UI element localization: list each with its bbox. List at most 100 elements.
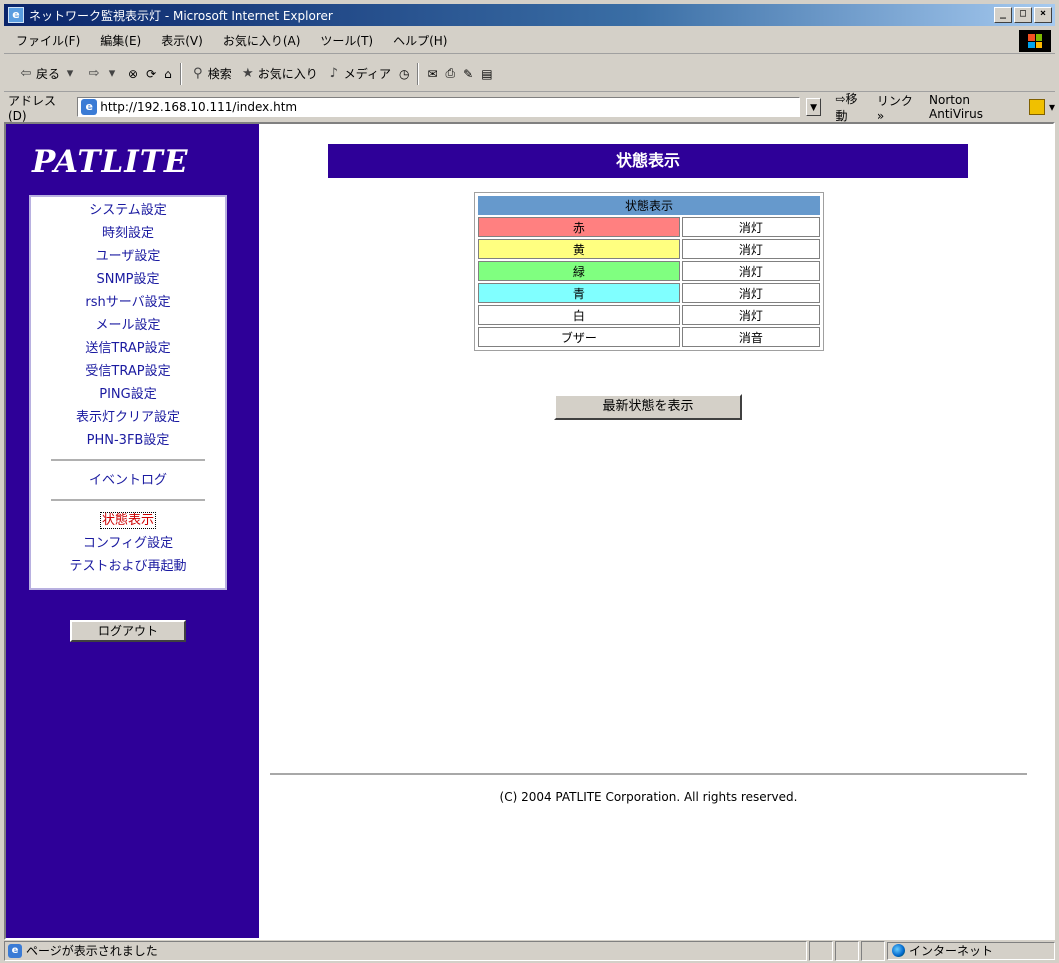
page-done-icon: e [8, 943, 22, 958]
status-message-panel: e ページが表示されました [4, 940, 807, 961]
go-button[interactable]: ⇨移動 [835, 90, 868, 124]
address-bar: アドレス(D) e http://192.168.10.111/index.ht… [4, 92, 1055, 123]
close-button[interactable]: × [1034, 7, 1052, 23]
lamp-state: 消灯 [681, 239, 820, 259]
print-icon[interactable]: ⎙ [446, 66, 456, 81]
status-row: 青消灯 [478, 283, 820, 303]
back-label: 戻る [36, 67, 61, 81]
address-label: アドレス(D) [8, 93, 57, 123]
home-icon[interactable]: ⌂ [164, 67, 172, 81]
links-button[interactable]: リンク » [877, 92, 923, 123]
nav-menu: システム設定 時刻設定 ユーザ設定 SNMP設定 rshサーバ設定 メール設定 … [29, 195, 227, 590]
window-controls: _ □ × [994, 7, 1052, 23]
nav-send-trap-settings[interactable]: 送信TRAP設定 [31, 337, 225, 360]
lamp-name: 白 [478, 305, 680, 325]
menu-view[interactable]: 表示(V) [149, 32, 211, 49]
logout-button[interactable]: ログアウト [70, 620, 186, 642]
nav-test-reboot[interactable]: テストおよび再起動 [31, 555, 225, 578]
chevron-down-icon: ▾ [1048, 100, 1055, 114]
status-row: 黄消灯 [478, 239, 820, 259]
page-icon: e [81, 99, 98, 115]
menu-edit[interactable]: 編集(E) [88, 32, 149, 49]
menu-favorites[interactable]: お気に入り(A) [211, 32, 309, 49]
nav-system-settings[interactable]: システム設定 [31, 199, 225, 222]
nav-divider [51, 459, 205, 461]
toolbar: ⇦ 戻る ▾ ⇨ ▾ ⊗ ⟳ ⌂ ⚲ 検索 ★ お気に入り ♪ メディア ◷ ✉… [4, 56, 1055, 92]
status-row: 白消灯 [478, 305, 820, 325]
status-bar: e ページが表示されました インターネット [4, 940, 1055, 961]
lamp-name: 赤 [478, 217, 680, 237]
media-button[interactable]: ♪ メディア [326, 65, 391, 82]
nav-phn3fb-settings[interactable]: PHN-3FB設定 [31, 429, 225, 452]
dropdown-icon: ▾ [66, 66, 74, 81]
forward-button[interactable]: ⇨ ▾ [86, 66, 120, 81]
page-viewport: PATLITE システム設定 時刻設定 ユーザ設定 SNMP設定 rshサーバ設… [4, 122, 1055, 940]
history-icon[interactable]: ◷ [399, 67, 409, 81]
favorites-button[interactable]: ★ お気に入り [240, 65, 318, 82]
edit-icon[interactable]: ✎ [463, 67, 473, 81]
copyright: (C) 2004 PATLITE Corporation. All rights… [499, 790, 798, 804]
nav-mail-settings[interactable]: メール設定 [31, 314, 225, 337]
stop-icon[interactable]: ⊗ [128, 67, 138, 81]
lamp-state: 消灯 [681, 217, 820, 237]
menu-tools[interactable]: ツール(T) [308, 32, 381, 49]
ie-icon: e [8, 7, 24, 23]
norton-label: Norton AntiVirus [929, 93, 983, 121]
address-input[interactable]: e http://192.168.10.111/index.htm [77, 97, 800, 117]
status-cell [809, 940, 833, 961]
nav-lamp-clear-settings[interactable]: 表示灯クリア設定 [31, 406, 225, 429]
menu-file[interactable]: ファイル(F) [4, 32, 88, 49]
title-bar: e ネットワーク監視表示灯 - Microsoft Internet Explo… [4, 4, 1055, 26]
minimize-button[interactable]: _ [994, 7, 1012, 23]
status-cell [835, 940, 859, 961]
menu-bar: ファイル(F) 編集(E) 表示(V) お気に入り(A) ツール(T) ヘルプ(… [4, 28, 1055, 54]
nav-divider [51, 499, 205, 501]
footer-divider [270, 773, 1027, 775]
norton-toolbar[interactable]: Norton AntiVirus ▾ [929, 93, 1055, 121]
go-label: 移動 [835, 92, 858, 123]
window-title: ネットワーク監視表示灯 - Microsoft Internet Explore… [29, 8, 333, 23]
nav-event-log[interactable]: イベントログ [31, 469, 225, 492]
lamp-name: 青 [478, 283, 680, 303]
lamp-name: 緑 [478, 261, 680, 281]
menu-help[interactable]: ヘルプ(H) [381, 32, 455, 49]
nav-rsh-settings[interactable]: rshサーバ設定 [31, 291, 225, 314]
status-row: 緑消灯 [478, 261, 820, 281]
search-label: 検索 [207, 67, 232, 81]
sidebar: PATLITE システム設定 時刻設定 ユーザ設定 SNMP設定 rshサーバ設… [6, 124, 259, 938]
mail-icon[interactable]: ✉ [427, 67, 437, 81]
status-row: ブザー 消音 [478, 327, 820, 347]
back-button[interactable]: ⇦ 戻る ▾ [18, 65, 78, 82]
media-label: メディア [343, 67, 391, 81]
nav-status-display-label: 状態表示 [99, 512, 156, 529]
zone-label: インターネット [909, 944, 994, 958]
nav-ping-settings[interactable]: PING設定 [31, 383, 225, 406]
discuss-icon[interactable]: ▤ [481, 67, 492, 81]
favorites-icon: ★ [241, 66, 254, 81]
nav-time-settings[interactable]: 時刻設定 [31, 222, 225, 245]
search-icon: ⚲ [193, 66, 203, 81]
norton-icon [1029, 99, 1045, 115]
back-arrow-icon: ⇦ [20, 66, 32, 81]
nav-list: システム設定 時刻設定 ユーザ設定 SNMP設定 rshサーバ設定 メール設定 … [31, 199, 225, 578]
nav-receive-trap-settings[interactable]: 受信TRAP設定 [31, 360, 225, 383]
nav-status-display[interactable]: 状態表示 [31, 509, 225, 532]
media-icon: ♪ [329, 66, 338, 81]
security-zone: インターネット [887, 941, 1055, 960]
maximize-button[interactable]: □ [1014, 7, 1032, 23]
favorites-label: お気に入り [257, 67, 318, 81]
lamp-name: 黄 [478, 239, 680, 259]
refresh-icon[interactable]: ⟳ [146, 67, 156, 81]
search-button[interactable]: ⚲ 検索 [190, 65, 232, 82]
status-table-header: 状態表示 [478, 196, 820, 215]
nav-config-settings[interactable]: コンフィグ設定 [31, 532, 225, 555]
address-dropdown[interactable]: ▼ [805, 98, 822, 116]
lamp-state: 消灯 [681, 305, 820, 325]
lamp-state: 消灯 [681, 261, 820, 281]
refresh-status-button[interactable]: 最新状態を表示 [554, 394, 742, 420]
nav-snmp-settings[interactable]: SNMP設定 [31, 268, 225, 291]
toolbar-separator [417, 62, 420, 85]
nav-user-settings[interactable]: ユーザ設定 [31, 245, 225, 268]
status-message: ページが表示されました [26, 944, 158, 958]
status-table: 状態表示 赤消灯黄消灯緑消灯青消灯白消灯 ブザー 消音 [474, 192, 824, 351]
